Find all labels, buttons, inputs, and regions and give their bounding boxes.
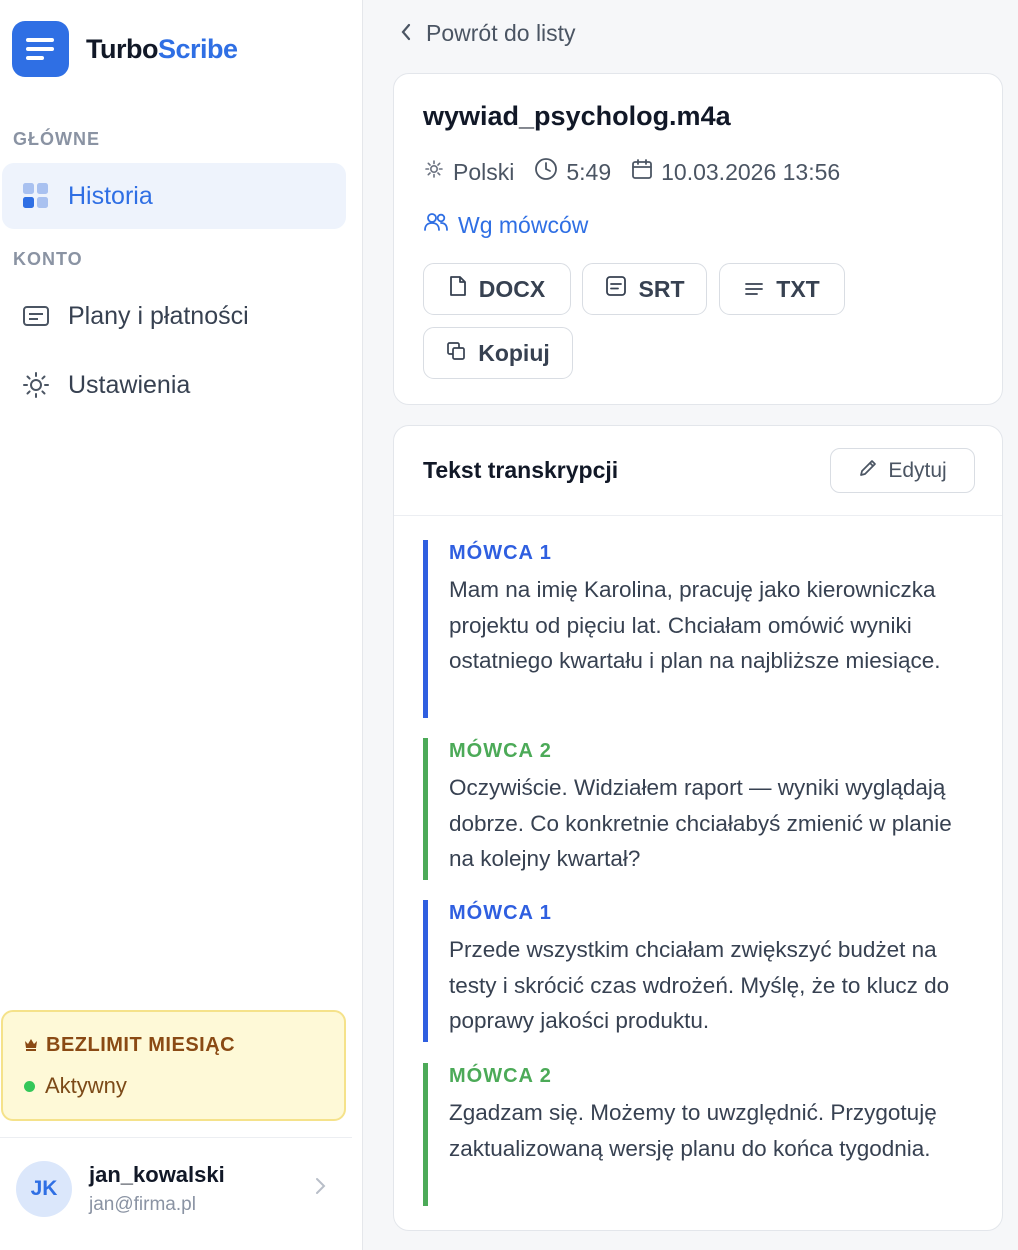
docx-label: DOCX: [478, 275, 546, 302]
sidebar-item-label: Ustawienia: [68, 370, 191, 399]
text-lines-icon: [744, 276, 764, 303]
sidebar-item-label: Plany i płatności: [68, 301, 249, 330]
file-icon: [449, 275, 467, 303]
copy-label: Kopiuj: [478, 339, 550, 366]
plan-card[interactable]: BEZLIMIT MIESIĄC Aktywny: [1, 1010, 346, 1121]
back-link[interactable]: Powrót do listy: [400, 20, 576, 47]
speakers-link-label: Wg mówców: [458, 211, 589, 238]
segment-text: Przede wszystkim chciałam zwiększyć budż…: [449, 937, 950, 1033]
card-icon: [22, 302, 50, 330]
speaker-label: MÓWCA 2: [449, 740, 552, 762]
edit-button[interactable]: Edytuj: [830, 448, 975, 493]
avatar: JK: [16, 1161, 72, 1217]
transcript-segment[interactable]: MÓWCA 2 Zgadzam się. Możemy to uwzględni…: [423, 1063, 963, 1206]
speaker-label: MÓWCA 1: [449, 902, 552, 924]
status-dot-icon: [24, 1080, 35, 1092]
sidebar-item-ustawienia[interactable]: Ustawienia: [2, 352, 346, 418]
crown-icon: [24, 1034, 38, 1057]
user-email: jan@firma.pl: [89, 1194, 196, 1215]
file-meta: Polski 5:49 10.03.2026 13:56: [423, 157, 860, 187]
sidebar-item-plany[interactable]: Plany i płatności: [2, 283, 346, 349]
duration-value: 5:49: [566, 158, 612, 185]
file-card: wywiad_psycholog.m4a Polski 5:49 10.03.2…: [393, 73, 1003, 405]
chevron-right-icon: [314, 1176, 326, 1201]
sidebar: TurboScribe GŁÓWNE Historia KONTO Plany …: [0, 0, 363, 1250]
transcript-segment[interactable]: MÓWCA 1 Mam na imię Karolina, pracuję ja…: [423, 540, 963, 718]
user-name: jan_kowalski: [89, 1162, 225, 1187]
plan-status: Aktywny: [24, 1073, 344, 1099]
calendar-icon: [631, 158, 653, 186]
subtitles-icon: [605, 275, 627, 303]
plan-name: BEZLIMIT MIESIĄC: [46, 1034, 236, 1056]
back-label: Powrót do listy: [426, 20, 576, 46]
date-value: 10.03.2026 13:56: [661, 158, 841, 185]
transcript-segment[interactable]: MÓWCA 1 Przede wszystkim chciałam zwięks…: [423, 900, 963, 1042]
brand-logo[interactable]: TurboScribe: [12, 21, 238, 77]
speaker-label: MÓWCA 2: [449, 1065, 552, 1087]
copy-icon: [446, 340, 466, 367]
user-info: jan_kowalski jan@firma.pl: [89, 1162, 225, 1216]
transcript-card: Tekst transkrypcji Edytuj MÓWCA 1 Mam na…: [393, 425, 1003, 1231]
clock-icon: [534, 157, 558, 187]
transcript-title: Tekst transkrypcji: [423, 457, 619, 483]
divider: [0, 1137, 352, 1138]
docx-button[interactable]: DOCX: [423, 263, 571, 315]
users-icon: [423, 211, 449, 239]
section-label-main: GŁÓWNE: [13, 129, 100, 149]
plan-title: BEZLIMIT MIESIĄC: [24, 1034, 344, 1057]
edit-label: Edytuj: [888, 458, 947, 482]
duration-meta: 5:49: [534, 157, 611, 187]
srt-button[interactable]: SRT: [582, 263, 707, 315]
logo-icon: [12, 21, 69, 77]
transcript-segment[interactable]: MÓWCA 2 Oczywiście. Widziałem raport — w…: [423, 738, 963, 880]
file-name: wywiad_psycholog.m4a: [423, 101, 731, 131]
sidebar-item-label: Historia: [68, 181, 153, 210]
section-label-account: KONTO: [13, 249, 83, 269]
segment-text: Oczywiście. Widziałem raport — wyniki wy…: [449, 775, 952, 871]
transcript-header: Tekst transkrypcji Edytuj: [394, 426, 1002, 516]
user-menu[interactable]: JK jan_kowalski jan@firma.pl: [16, 1158, 336, 1220]
plan-status-label: Aktywny: [45, 1073, 127, 1098]
pencil-icon: [858, 458, 878, 484]
grid-icon: [22, 182, 50, 210]
segment-text: Mam na imię Karolina, pracuję jako kiero…: [449, 577, 941, 673]
sun-gear-icon: [22, 371, 50, 399]
sidebar-item-historia[interactable]: Historia: [2, 163, 346, 229]
txt-label: TXT: [776, 275, 820, 302]
date-meta: 10.03.2026 13:56: [631, 158, 840, 186]
speakers-link[interactable]: Wg mówców: [423, 211, 588, 239]
segment-text: Zgadzam się. Możemy to uwzględnić. Przyg…: [449, 1100, 937, 1161]
language-value: Polski: [453, 158, 515, 185]
language-icon: [423, 158, 445, 186]
speaker-label: MÓWCA 1: [449, 542, 552, 564]
chevron-left-icon: [400, 20, 412, 47]
language-meta: Polski: [423, 158, 514, 186]
txt-button[interactable]: TXT: [719, 263, 845, 315]
srt-label: SRT: [638, 275, 685, 302]
copy-button[interactable]: Kopiuj: [423, 327, 573, 379]
brand-name: TurboScribe: [86, 33, 238, 64]
